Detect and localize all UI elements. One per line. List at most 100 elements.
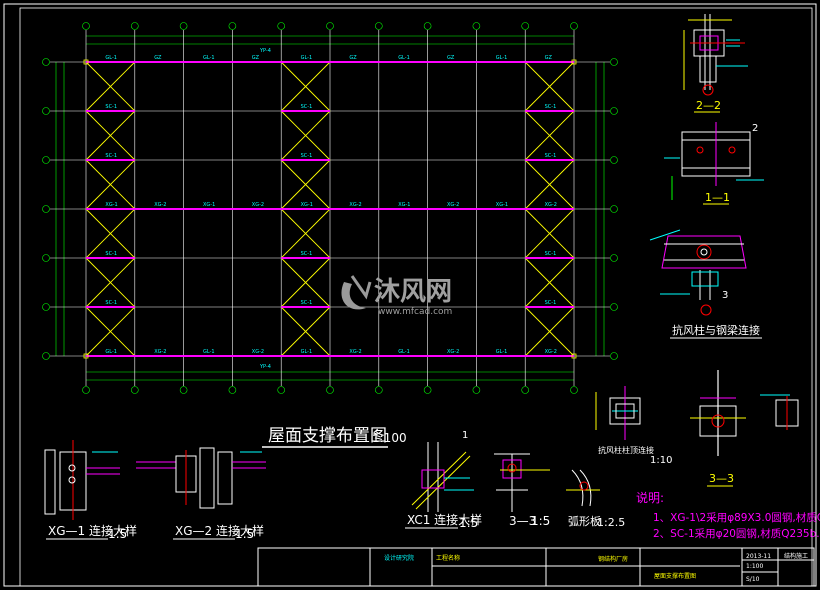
axis-bubble-top [228,22,237,30]
roof-bracing-plan: GL-1 GL-1 XG-1 SC-1 SC-1 SC-1 SC-1 GZ XG-2 XG-2 GL… [42,22,618,394]
axis-bubble-right [610,205,618,213]
title-block-scale: 1:100 [746,563,763,570]
title-block-sheet-code: 结构施工 [784,552,808,560]
member-label: SC-1 [105,104,117,110]
member-label: XG-2 [252,349,264,355]
member-label: XG-2 [545,202,557,208]
axis-bubble-top [570,22,578,30]
axis-bubble-right [610,352,618,360]
axis-bubble-top [82,22,90,30]
plan-title: 屋面支撑布置图 [268,426,387,446]
axis-bubble-left [42,254,50,262]
watermark-logo: 沐风网 www.mfcad.com [341,275,452,317]
member-label: XG-2 [349,349,361,355]
member-label: GL-1 [398,55,410,61]
cad-drawing-sheet: GL-1 GL-1 XG-1 SC-1 SC-1 SC-1 SC-1 GZ XG-2 XG-2 GL… [3,3,820,587]
axis-bubble-bottom [82,386,90,394]
title-block-project-name: 钢结构厂房 [598,555,628,563]
detail-wind-column-top [595,386,641,440]
axis-bubble-top [521,22,530,30]
title-block [257,547,815,587]
detail-section-2-2 [683,14,748,96]
watermark-url: www.mfcad.com [378,307,452,317]
member-label: SC-1 [545,104,557,110]
detail-section-3-3 [690,370,799,456]
title-block-design-unit: 设计研究院 [384,554,414,562]
dimension-label-top: YP-4 [259,48,271,54]
member-label: GL-1 [105,349,117,355]
detail-xg2-connection [136,447,266,509]
section-3-3-label: 3—3 [709,472,734,485]
wind-column-top-label: 抗风柱柱顶连接 [598,445,654,455]
detail-xc1-connection [411,442,474,512]
member-label: GL-1 [105,55,117,61]
member-label: GZ [447,55,455,61]
axis-bubble-right [610,303,618,311]
member-label: GL-1 [496,349,508,355]
axis-bubble-top [472,22,481,30]
member-label: XG-2 [252,202,264,208]
z-mark: 2 [752,123,758,134]
section-2-2-label: 2—2 [696,99,721,112]
axis-bubble-bottom [472,386,481,394]
member-label: XG-1 [398,202,410,208]
axis-bubble-bottom [131,386,139,394]
member-label: XG-2 [154,202,166,208]
arc-plate-scale: 1:2.5 [597,516,625,529]
member-label: GL-1 [301,55,313,61]
xg2-detail-scale: 1:5 [235,527,254,541]
notes-line-2: 2、SC-1采用φ20圆钢,材质Q235b. [653,527,820,540]
axis-bubble-bottom [570,386,578,394]
member-label: GZ [545,55,553,61]
axis-bubble-left [42,156,50,164]
detail-wind-column-beam [649,229,747,316]
section-1-1-label: 1—1 [705,191,730,204]
member-label: GZ [349,55,357,61]
detail-arc-plate [566,469,600,507]
member-label: XG-2 [154,349,166,355]
axis-bubble-top [277,22,286,30]
member-label: XG-2 [545,349,557,355]
axis-bubble-top [423,22,432,30]
member-label: XG-1 [301,202,313,208]
axis-bubble-bottom [326,386,334,394]
member-label: XG-2 [349,202,361,208]
wind-column-connection-label: 抗风柱与钢梁连接 [672,323,760,337]
watermark-brand: 沐风网 [374,277,452,307]
member-label: SC-1 [545,300,557,306]
axis-bubble-right [610,254,618,262]
plan-scale: 1:100 [372,431,407,445]
title-block-drawing-name: 屋面支撑布置图 [654,572,696,580]
title-block-project: 工程名称 [436,554,460,562]
s33-detail-scale: 1:5 [531,514,550,528]
member-label: XG-2 [447,349,459,355]
axis-bubble-left [42,107,50,115]
member-label: GZ [252,55,260,61]
axis-bubble-left [42,205,50,213]
wind-column-top-scale: 1:10 [650,455,672,466]
member-label: SC-1 [105,300,117,306]
dimension-label-bottom: YP-4 [259,364,271,370]
axis-bubble-top [326,22,334,30]
axis-bubble-left [42,58,50,66]
member-label: GL-1 [301,349,313,355]
axis-bubble-bottom [521,386,530,394]
axis-bubble-top [131,22,139,30]
member-label: SC-1 [301,153,313,159]
axis-bubble-bottom [277,386,286,394]
axis-bubble-right [610,107,618,115]
axis-bubble-bottom [228,386,237,394]
title-block-date: 2013-11 [746,553,771,560]
member-label: SC-1 [545,153,557,159]
axis-bubble-bottom [374,386,383,394]
member-label: GL-1 [496,55,508,61]
member-label: XG-1 [203,202,215,208]
detail-section-1-1 [664,122,764,200]
member-label: SC-1 [105,153,117,159]
axis-bubble-left [42,303,50,311]
member-label: GL-1 [203,349,215,355]
notes-line-1: 1、XG-1\2采用φ89X3.0圆钢,材质Q235b. [653,511,820,524]
member-label: SC-1 [545,251,557,257]
member-label: XG-1 [496,202,508,208]
axis-bubble-right [610,156,618,164]
